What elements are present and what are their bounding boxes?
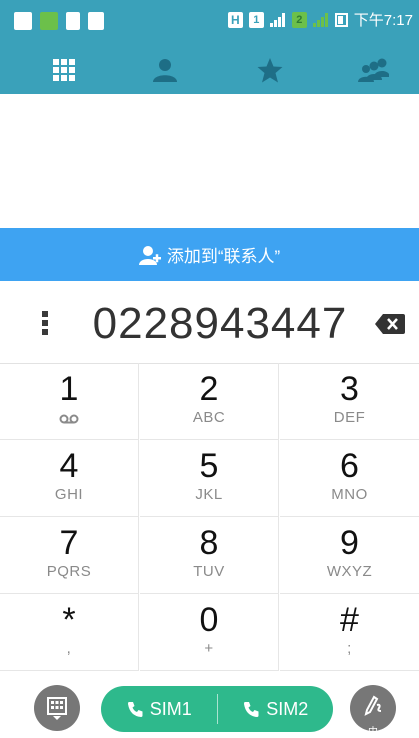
dialed-number[interactable]: 0228943447	[70, 299, 370, 349]
sim1-signal-icon	[269, 12, 286, 27]
key-letters: TUV	[193, 563, 225, 580]
key-letters: GHI	[54, 486, 84, 503]
battery-icon	[334, 12, 348, 27]
image-notification-icon	[14, 12, 32, 30]
key-digit: 2	[199, 370, 219, 408]
sim1-label: SIM1	[149, 698, 192, 719]
tab-contacts[interactable]	[113, 46, 217, 94]
system-status: H 1 2 下午7:17	[227, 9, 413, 30]
phone-icon	[244, 702, 259, 717]
key-digit: 6	[340, 447, 359, 485]
dialpad-grid-icon	[53, 59, 75, 81]
key-digit: 1	[59, 370, 79, 408]
key-digit: 0	[199, 601, 219, 639]
backspace-button[interactable]	[375, 314, 405, 339]
tab-favorites[interactable]	[218, 46, 322, 94]
key-letters: JKL	[195, 486, 223, 503]
call-sim2-button[interactable]: SIM2	[218, 686, 334, 732]
sim2-signal-icon	[312, 12, 329, 27]
key-star[interactable]: * ,	[0, 594, 139, 671]
phone-icon	[127, 702, 143, 717]
tab-groups[interactable]	[321, 46, 419, 94]
network-type-icon: H	[227, 11, 243, 28]
dialpad: 1 2 ABC 3 DEF 4 GHI 5 JKL 6 MNO 7 PQRS 8…	[0, 363, 419, 671]
contact-person-icon	[153, 59, 177, 82]
add-to-contacts-label: 添加到“联系人”	[166, 247, 281, 266]
key-letters: WXYZ	[326, 563, 373, 580]
groups-icon	[358, 58, 389, 82]
key-0[interactable]: 0 +	[140, 594, 279, 671]
key-letters: DEF	[333, 409, 366, 426]
ime-chinese-label: 中	[368, 727, 378, 738]
key-digit: 7	[59, 524, 79, 562]
app-notification-icon	[40, 12, 58, 30]
call-button: SIM1 SIM2	[101, 686, 333, 732]
sim2-label: SIM2	[266, 698, 309, 719]
key-letters: ,	[66, 640, 72, 657]
key-letters: +	[204, 640, 214, 657]
backspace-icon	[375, 314, 405, 334]
notification-icons	[14, 12, 104, 30]
hide-dialpad-button[interactable]	[34, 685, 80, 731]
dialpad-hide-icon	[47, 697, 67, 720]
clock: 下午7:17	[353, 12, 413, 29]
key-hash[interactable]: # ;	[280, 594, 419, 671]
tab-bar	[0, 46, 419, 94]
key-digit: 9	[340, 524, 359, 562]
key-2[interactable]: 2 ABC	[140, 363, 279, 440]
key-4[interactable]: 4 GHI	[0, 440, 139, 517]
key-digit: 5	[199, 447, 219, 485]
add-contact-icon	[138, 245, 161, 265]
key-letters: ABC	[192, 409, 226, 426]
call-action-bar: SIM1 SIM2	[0, 672, 419, 738]
sim1-icon: 1	[248, 11, 264, 28]
key-6[interactable]: 6 MNO	[280, 440, 419, 517]
add-to-contacts-button[interactable]: 添加到“联系人”	[0, 228, 419, 281]
key-8[interactable]: 8 TUV	[140, 517, 279, 594]
key-9[interactable]: 9 WXYZ	[280, 517, 419, 594]
key-digit: 8	[199, 524, 219, 562]
key-letters: PQRS	[46, 563, 92, 580]
battery-saver-icon	[88, 12, 104, 30]
key-digit: 3	[340, 370, 359, 408]
key-letters: MNO	[331, 486, 368, 503]
sd-card-icon	[66, 12, 80, 30]
sim2-icon: 2	[291, 11, 307, 28]
status-bar: H 1 2 下午7:17	[0, 0, 419, 46]
key-digit: 4	[59, 447, 79, 485]
tab-dialpad[interactable]	[12, 46, 116, 94]
key-7[interactable]: 7 PQRS	[0, 517, 139, 594]
key-digit: *	[62, 601, 76, 639]
voicemail-icon	[59, 414, 79, 424]
number-display: 0228943447	[0, 281, 419, 364]
key-1[interactable]: 1	[0, 363, 139, 440]
key-5[interactable]: 5 JKL	[140, 440, 279, 517]
more-options-icon[interactable]	[42, 311, 48, 339]
key-digit: #	[340, 601, 359, 639]
key-letters: ;	[347, 640, 352, 657]
search-results-area	[0, 94, 419, 228]
key-3[interactable]: 3 DEF	[280, 363, 419, 440]
call-sim1-button[interactable]: SIM1	[101, 686, 217, 732]
favorites-star-icon	[257, 57, 283, 82]
